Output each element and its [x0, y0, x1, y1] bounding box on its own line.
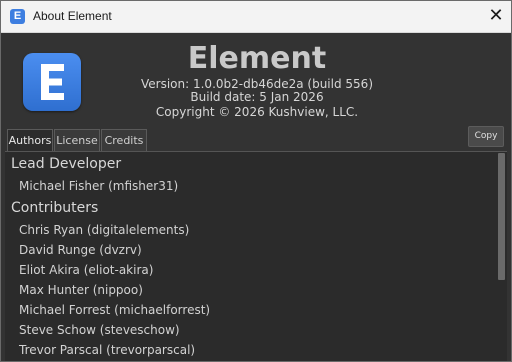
copyright-text: Copyright © 2026 Kushview, LLC.: [155, 105, 359, 119]
close-button[interactable]: ✕: [481, 1, 511, 32]
build-date-text: Build date: 5 Jan 2026: [190, 90, 324, 104]
list-item: David Runge (dvzrv): [19, 243, 142, 257]
authors-panel: Lead Developer Michael Fisher (mfisher31…: [5, 151, 507, 361]
tab-credits[interactable]: Credits: [101, 129, 147, 151]
copy-button[interactable]: Copy: [468, 126, 504, 147]
list-item: Michael Fisher (mfisher31): [19, 179, 179, 193]
list-item: Trevor Parscal (trevorparscal): [19, 343, 196, 357]
contributors-heading: Contributers: [11, 200, 99, 216]
app-name: Element: [187, 41, 327, 76]
scrollbar-thumb[interactable]: [498, 153, 505, 280]
window-title: About Element: [33, 9, 112, 23]
close-icon: ✕: [488, 5, 504, 26]
tab-authors[interactable]: Authors: [7, 129, 53, 152]
element-logo-icon: [23, 53, 81, 111]
element-app-icon: E: [10, 9, 25, 24]
tab-license[interactable]: License: [54, 129, 100, 151]
about-window: E About Element ✕ Element Version: 1.0.0…: [0, 0, 512, 362]
list-item: Eliot Akira (eliot-akira): [19, 263, 154, 277]
list-item: Michael Forrest (michaelforrest): [19, 303, 211, 317]
about-content: Element Version: 1.0.0b2-db46de2a (build…: [1, 33, 511, 361]
list-item: Max Hunter (nippoo): [19, 283, 143, 297]
lead-developer-heading: Lead Developer: [11, 156, 122, 172]
list-item: Chris Ryan (digitalelements): [19, 223, 190, 237]
title-bar: E About Element ✕: [1, 1, 511, 33]
list-item: Steve Schow (steveschow): [19, 323, 180, 337]
version-text: Version: 1.0.0b2-db46de2a (build 556): [141, 77, 373, 91]
